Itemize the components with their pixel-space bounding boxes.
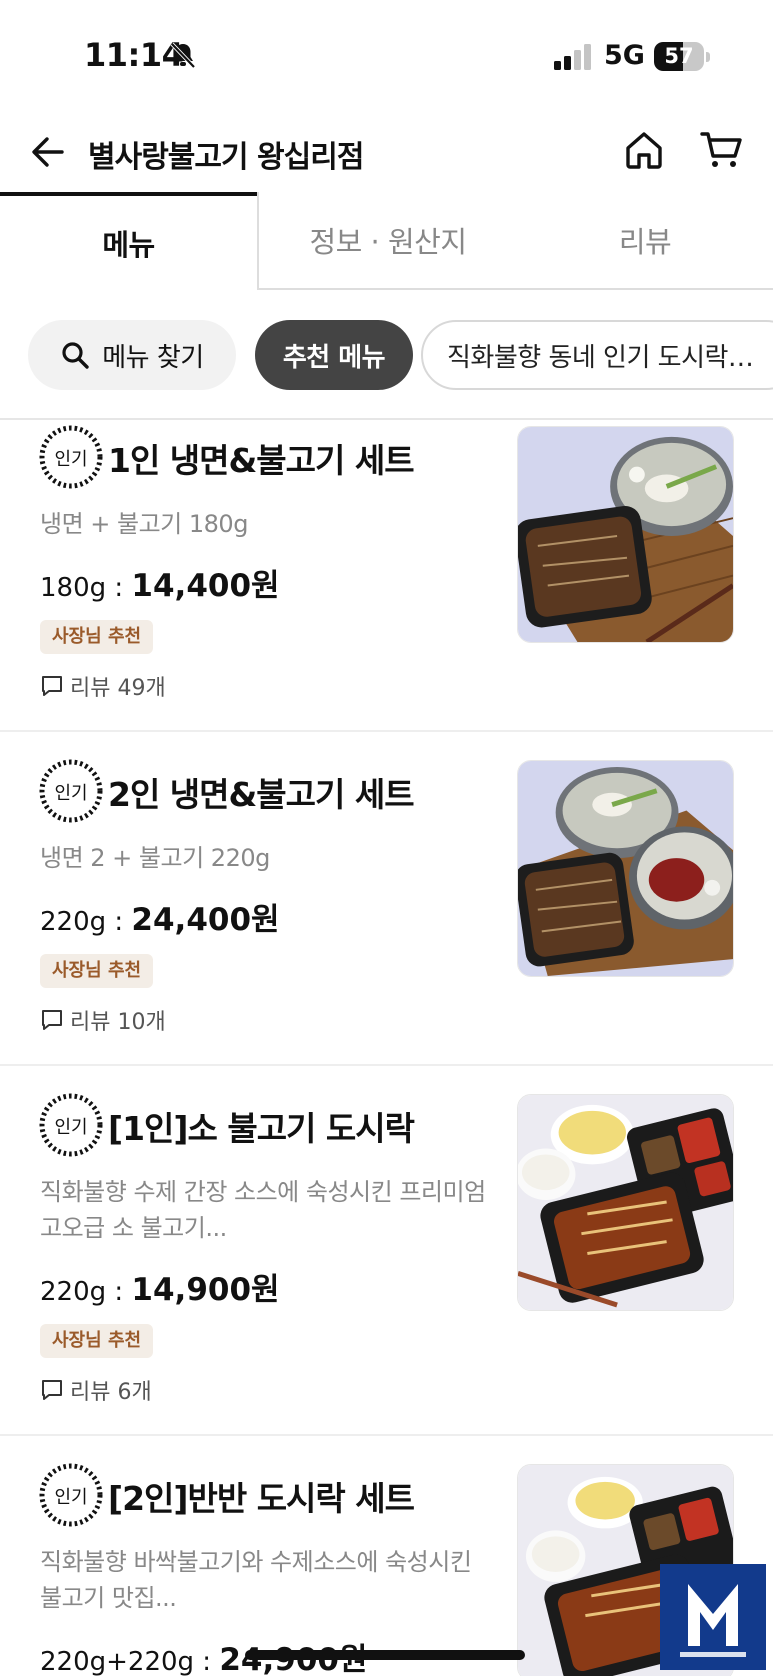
menu-item-name: 2인 냉면&불고기 세트 <box>108 775 415 814</box>
menu-item-desc: 직화불향 바싹불고기와 수제소스에 숙성시킨 불고기 맛집... <box>40 1548 472 1612</box>
menu-item-name: 1인 냉면&불고기 세트 <box>108 441 415 480</box>
tab-menu[interactable]: 메뉴 <box>0 192 257 290</box>
cart-icon[interactable] <box>700 130 744 170</box>
menu-item-desc: 냉면 + 불고기 180g <box>40 510 248 538</box>
search-icon <box>62 342 89 369</box>
popular-badge-icon: 인기 <box>39 1093 103 1157</box>
owner-recommend-badge: 사장님 추천 <box>40 620 154 654</box>
menu-item-desc: 냉면 2 + 불고기 220g <box>40 844 270 872</box>
home-icon[interactable] <box>624 130 664 170</box>
menu-item[interactable]: 인기 2인 냉면&불고기 세트 냉면 2 + 불고기 220g 220g : 2… <box>0 732 773 1066</box>
popular-badge-icon: 인기 <box>39 759 103 823</box>
menu-item-price: 220g : 24,400원 <box>40 894 280 939</box>
menu-item-photo[interactable] <box>517 760 734 977</box>
popular-badge-icon: 인기 <box>39 1463 103 1527</box>
price-prefix: 220g : <box>40 1277 132 1307</box>
menu-item-desc: 직화불향 수제 간장 소스에 숙성시킨 프리미엄 고오급 소 불고기... <box>40 1178 486 1242</box>
tab-review[interactable]: 리뷰 <box>517 192 773 290</box>
menu-item-photo[interactable] <box>517 1094 734 1311</box>
menu-item-photo[interactable] <box>517 426 734 643</box>
review-count-label: 리뷰 49개 <box>70 676 166 701</box>
back-arrow-icon[interactable] <box>30 134 66 170</box>
recommended-menu-chip[interactable]: 추천 메뉴 <box>255 320 413 390</box>
review-count: 리뷰 49개 <box>40 670 166 702</box>
tab-info-origin[interactable]: 정보 · 원산지 <box>257 192 517 290</box>
review-count-label: 리뷰 10개 <box>70 1010 166 1035</box>
menu-item-price: 220g : 14,900원 <box>40 1264 280 1309</box>
battery-level: 57 <box>664 44 694 68</box>
owner-recommend-badge: 사장님 추천 <box>40 954 154 988</box>
menu-search-chip[interactable]: 메뉴 찾기 <box>28 320 236 390</box>
price-amount: 24,400원 <box>131 902 280 938</box>
owner-recommend-badge: 사장님 추천 <box>40 1324 154 1358</box>
battery-icon: 57 <box>654 42 710 71</box>
popular-badge-icon: 인기 <box>39 425 103 489</box>
comment-icon <box>42 1010 62 1030</box>
popular-badge-label: 인기 <box>54 1487 87 1508</box>
status-bar: 11:14 5G 57 <box>0 0 773 110</box>
price-amount: 14,400원 <box>131 568 280 604</box>
network-label: 5G <box>604 40 645 71</box>
menu-item-name: [2인]반반 도시락 세트 <box>108 1479 415 1518</box>
menu-item[interactable]: 인기 [2인]반반 도시락 세트 직화불향 바싹불고기와 수제소스에 숙성시킨 … <box>0 1436 773 1676</box>
tab-bar: 메뉴 정보 · 원산지 리뷰 <box>0 192 773 290</box>
bell-muted-icon <box>170 42 196 69</box>
review-count: 리뷰 6개 <box>40 1374 152 1406</box>
signal-icon <box>554 44 591 70</box>
store-title: 별사랑불고기 왕십리점 <box>88 140 364 175</box>
menu-item[interactable]: 인기 [1인]소 불고기 도시락 직화불향 수제 간장 소스에 숙성시킨 프리미… <box>0 1066 773 1436</box>
comment-icon <box>42 676 62 696</box>
menu-item-price: 180g : 14,400원 <box>40 560 280 605</box>
price-prefix: 220g+220g : <box>40 1647 220 1676</box>
popular-lunchbox-chip[interactable]: 직화불향 동네 인기 도시락… <box>421 320 773 390</box>
comment-icon <box>42 1380 62 1400</box>
price-prefix: 220g : <box>40 907 132 937</box>
store-header: 별사랑불고기 왕십리점 <box>0 110 773 192</box>
price-prefix: 180g : <box>40 573 132 603</box>
review-count: 리뷰 10개 <box>40 1004 166 1036</box>
price-amount: 14,900원 <box>131 1272 280 1308</box>
menu-item[interactable]: 인기 1인 냉면&불고기 세트 냉면 + 불고기 180g 180g : 14,… <box>0 420 773 732</box>
menu-search-label: 메뉴 찾기 <box>102 342 204 373</box>
popular-badge-label: 인기 <box>54 449 87 470</box>
home-indicator <box>245 1650 525 1660</box>
popular-badge-label: 인기 <box>54 783 87 804</box>
menu-item-name: [1인]소 불고기 도시락 <box>108 1109 415 1148</box>
filter-chips: 메뉴 찾기 추천 메뉴 직화불향 동네 인기 도시락… <box>0 318 773 392</box>
review-count-label: 리뷰 6개 <box>70 1380 152 1405</box>
miracle-birds-logo <box>660 1564 766 1670</box>
popular-badge-label: 인기 <box>54 1117 87 1138</box>
